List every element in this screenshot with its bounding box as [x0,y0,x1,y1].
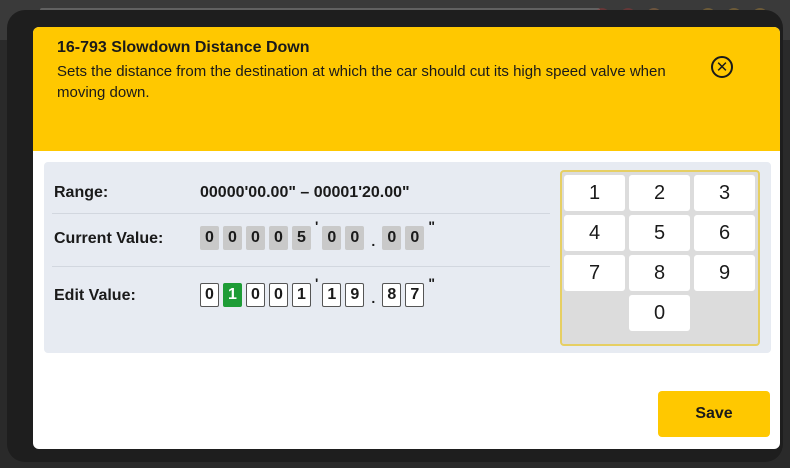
current-digit: 0 [382,226,402,250]
feet-symbol: ' [315,218,319,234]
edit-digit[interactable]: 7 [405,283,425,307]
current-digit: 0 [246,226,265,250]
current-digit: 5 [292,226,311,250]
dialog-title: 16-793 Slowdown Distance Down [57,39,310,56]
range-label: Range: [54,184,109,201]
keypad-key-9[interactable]: 9 [694,255,755,291]
current-digit: 0 [223,226,242,250]
current-digit: 0 [405,226,425,250]
close-icon[interactable]: ✕ [711,56,733,78]
edit-digit[interactable]: 0 [269,283,288,307]
edit-digit[interactable]: 1 [322,283,342,307]
row-divider [52,213,550,214]
edit-value-label: Edit Value: [54,287,136,304]
current-value-digits: 0 0 0 0 5 ' 0 0 . 0 0 " [200,218,439,250]
current-digit: 0 [345,226,365,250]
edit-digit[interactable]: 9 [345,283,365,307]
keypad-key-3[interactable]: 3 [694,175,755,211]
decimal-point: . [371,233,376,249]
current-digit: 0 [200,226,219,250]
numeric-keypad: 1 2 3 4 5 6 7 8 9 0 [560,170,760,346]
inches-symbol: " [428,275,435,291]
range-value: 00000'00.00" – 00001'20.00" [200,184,410,201]
keypad-key-7[interactable]: 7 [564,255,625,291]
save-button[interactable]: Save [658,391,770,437]
parameter-dialog: 16-793 Slowdown Distance Down Sets the d… [33,27,780,449]
row-divider [52,266,550,267]
keypad-key-2[interactable]: 2 [629,175,690,211]
edit-digit[interactable]: 8 [382,283,402,307]
current-value-label: Current Value: [54,230,164,247]
keypad-key-4[interactable]: 4 [564,215,625,251]
edit-digit[interactable]: 1 [292,283,311,307]
decimal-point: . [371,290,376,306]
feet-symbol: ' [315,275,319,291]
inches-symbol: " [428,218,435,234]
edit-digit[interactable]: 0 [246,283,265,307]
keypad-key-1[interactable]: 1 [564,175,625,211]
edit-digit-selected[interactable]: 1 [223,283,242,307]
keypad-key-5[interactable]: 5 [629,215,690,251]
keypad-key-8[interactable]: 8 [629,255,690,291]
value-panel: Range: 00000'00.00" – 00001'20.00" Curre… [44,162,771,353]
current-digit: 0 [322,226,342,250]
keypad-key-0[interactable]: 0 [629,295,690,331]
dialog-header: 16-793 Slowdown Distance Down Sets the d… [33,27,780,151]
current-digit: 0 [269,226,288,250]
edit-value-digits: 0 1 0 0 1 ' 1 9 . 8 7 " [200,275,439,307]
dialog-description: Sets the distance from the destination a… [57,63,666,101]
edit-digit[interactable]: 0 [200,283,219,307]
keypad-key-6[interactable]: 6 [694,215,755,251]
